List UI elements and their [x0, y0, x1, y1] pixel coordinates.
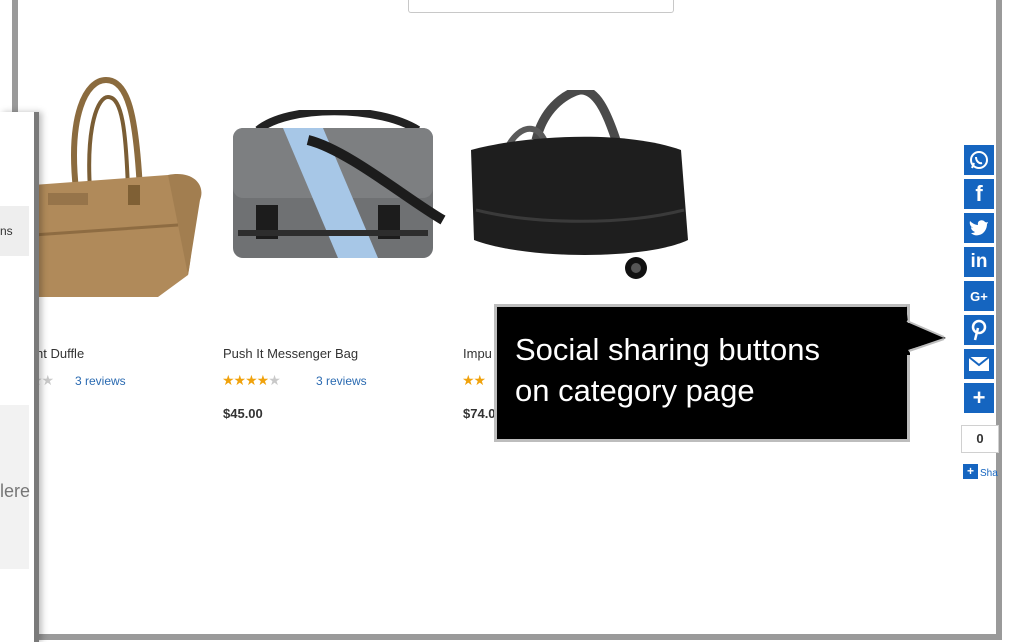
twitter-icon[interactable] — [964, 213, 994, 243]
product-price: $45.00 — [223, 406, 263, 421]
linkedin-icon[interactable]: in — [964, 247, 994, 277]
rating-stars: ★★★★★ — [222, 372, 281, 388]
facebook-icon[interactable]: f — [964, 179, 994, 209]
callout-pointer — [906, 305, 946, 355]
panel-row[interactable]: ns — [0, 206, 29, 256]
duffle-bag-image[interactable] — [28, 75, 208, 305]
share-more-button[interactable]: + Sha — [963, 461, 998, 479]
callout-line: on category page — [515, 373, 755, 408]
product-price: $74.0 — [463, 406, 496, 421]
reviews-link[interactable]: 3 reviews — [75, 374, 126, 388]
pinterest-icon[interactable] — [964, 315, 994, 345]
callout-line: Social sharing buttons — [515, 332, 821, 367]
annotation-callout: Social sharing buttons on category page — [494, 304, 910, 442]
messenger-bag-image[interactable] — [228, 110, 448, 270]
plus-icon[interactable]: + — [964, 383, 994, 413]
top-tab[interactable] — [408, 0, 674, 13]
social-share-bar: f in G+ + — [964, 145, 994, 417]
email-icon[interactable] — [964, 349, 994, 379]
panel-block: lere — [0, 405, 30, 569]
whatsapp-icon[interactable] — [964, 145, 994, 175]
product-name[interactable]: ht Duffle — [36, 346, 84, 361]
rolling-bag-image[interactable] — [466, 90, 691, 290]
product-name[interactable]: Push It Messenger Bag — [223, 346, 358, 361]
share-count: 0 — [961, 425, 999, 453]
rating-stars: ★★ — [462, 372, 486, 388]
left-filter-panel: ns lere — [0, 112, 39, 642]
reviews-link[interactable]: 3 reviews — [316, 374, 367, 388]
product-name[interactable]: Impu — [463, 346, 492, 361]
share-more-label: Sha — [980, 468, 998, 479]
google-plus-icon[interactable]: G+ — [964, 281, 994, 311]
plus-box-icon: + — [963, 464, 978, 479]
